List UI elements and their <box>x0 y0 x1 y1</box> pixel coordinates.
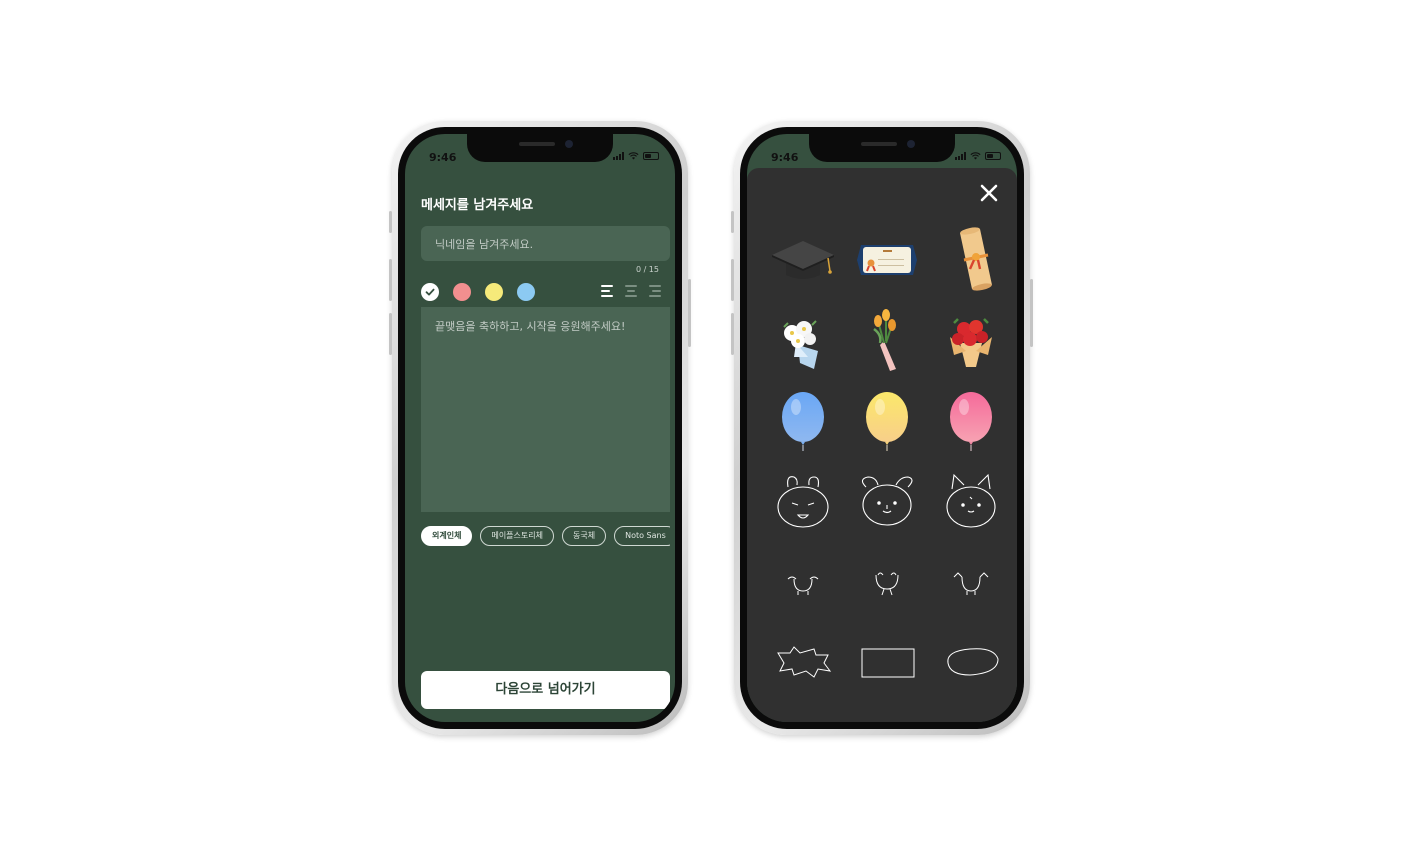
rectangle-frame-icon <box>861 648 915 678</box>
sticker-bear-face[interactable] <box>761 460 845 540</box>
status-time: 9:46 <box>771 151 799 164</box>
sticker-empty <box>845 700 929 722</box>
font-selector: 외계인체 메이플스토리체 동국체 Noto Sans <box>421 526 670 546</box>
sticker-tulip-bouquet[interactable] <box>845 300 929 380</box>
sticker-diploma-scroll[interactable] <box>929 220 1013 300</box>
blue-balloon-icon <box>782 392 824 451</box>
battery-icon <box>643 152 659 160</box>
sticker-graduation-cap[interactable] <box>761 220 845 300</box>
notch <box>809 134 955 162</box>
sticker-pink-balloon[interactable] <box>929 380 1013 460</box>
color-yellow-option[interactable] <box>485 283 503 301</box>
align-left-icon[interactable] <box>601 285 615 297</box>
message-textarea[interactable]: 끝맺음을 축하하고, 시작을 응원해주세요! <box>421 307 670 512</box>
white-flower-bouquet-icon <box>783 320 818 369</box>
signal-icon <box>613 152 624 160</box>
font-chip[interactable]: 동국체 <box>561 526 607 546</box>
bear-face-icon <box>777 476 829 528</box>
font-chip[interactable]: Noto Sans <box>614 526 670 546</box>
sticker-red-rose-bouquet[interactable] <box>929 300 1013 380</box>
font-chip[interactable]: 메이플스토리체 <box>480 526 554 546</box>
sticker-white-flower-bouquet[interactable] <box>761 300 845 380</box>
align-center-icon[interactable] <box>624 285 638 297</box>
sticker-burst-frame[interactable] <box>761 620 845 700</box>
color-white-option[interactable] <box>421 283 439 301</box>
oval-frame-icon <box>947 648 999 676</box>
status-time: 9:46 <box>429 151 457 164</box>
phone-frame-left: 9:46 메세지를 남겨주세요 닉네임을 남겨주세요. 0 / 15 끝맺음을 … <box>389 121 691 735</box>
sticker-rectangle-frame[interactable] <box>845 620 929 700</box>
certificate-icon <box>857 245 917 275</box>
bear-hands-icon <box>787 576 819 595</box>
sticker-cat-face[interactable] <box>929 460 1013 540</box>
align-right-icon[interactable] <box>647 285 661 297</box>
sticker-blue-balloon[interactable] <box>761 380 845 460</box>
burst-frame-icon <box>777 646 832 678</box>
sticker-screen: 9:46 <box>747 134 1017 722</box>
phone-frame-right: 9:46 <box>731 121 1033 735</box>
color-picker <box>421 283 535 301</box>
pink-balloon-icon <box>950 392 992 451</box>
notch <box>467 134 613 162</box>
sticker-partial[interactable] <box>929 700 1013 722</box>
sticker-certificate[interactable] <box>845 220 929 300</box>
sticker-cloud-frame[interactable] <box>761 700 845 722</box>
diploma-scroll-icon <box>960 227 992 291</box>
battery-icon <box>985 152 1001 160</box>
check-icon <box>425 288 435 296</box>
signal-icon <box>955 152 966 160</box>
cloud-frame-icon <box>768 705 838 722</box>
dog-face-icon <box>861 476 913 526</box>
sticker-oval-frame[interactable] <box>929 620 1013 700</box>
wifi-icon <box>970 152 981 160</box>
cute-eyes-icon <box>875 572 899 596</box>
color-pink-option[interactable] <box>453 283 471 301</box>
close-icon[interactable] <box>978 182 1000 204</box>
sticker-sheet <box>747 168 1017 722</box>
cat-face-icon <box>946 473 996 528</box>
wifi-icon <box>628 152 639 160</box>
cat-paws-icon <box>953 572 989 595</box>
message-screen: 9:46 메세지를 남겨주세요 닉네임을 남겨주세요. 0 / 15 끝맺음을 … <box>405 134 675 722</box>
text-align-group <box>601 285 661 297</box>
color-blue-option[interactable] <box>517 283 535 301</box>
page-title: 메세지를 남겨주세요 <box>421 198 534 213</box>
yellow-balloon-icon <box>866 392 908 451</box>
sticker-yellow-balloon[interactable] <box>845 380 929 460</box>
sticker-grid <box>761 220 1013 722</box>
next-button[interactable]: 다음으로 넘어가기 <box>421 671 670 709</box>
sticker-bear-hands[interactable] <box>761 540 845 620</box>
font-chip[interactable]: 외계인체 <box>421 526 473 546</box>
sticker-dog-face[interactable] <box>845 460 929 540</box>
nickname-input[interactable]: 닉네임을 남겨주세요. <box>421 226 670 261</box>
red-rose-bouquet-icon <box>950 318 992 367</box>
mockup-stage: 9:46 메세지를 남겨주세요 닉네임을 남겨주세요. 0 / 15 끝맺음을 … <box>0 0 1420 856</box>
nickname-counter: 0 / 15 <box>635 265 659 274</box>
tulip-bouquet-icon <box>873 309 896 371</box>
sticker-cute-eyes[interactable] <box>845 540 929 620</box>
partial-sticker-icon <box>936 705 1006 722</box>
graduation-cap-icon <box>772 241 834 279</box>
sticker-cat-paws[interactable] <box>929 540 1013 620</box>
